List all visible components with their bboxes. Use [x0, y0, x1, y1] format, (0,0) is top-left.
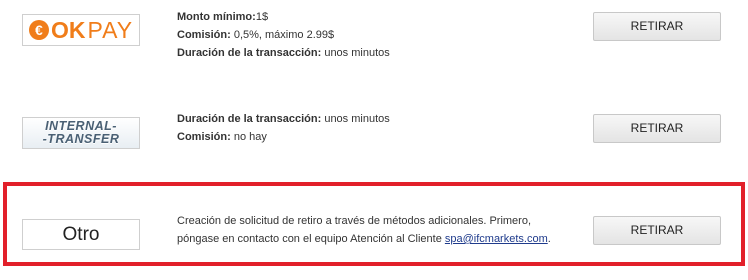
internal-transfer-logo: INTERNAL- -TRANSFER: [22, 117, 140, 149]
otro-logo: Otro: [22, 219, 140, 250]
okpay-logo: € OK PAY: [22, 14, 140, 46]
otro-withdraw-button[interactable]: RETIRAR: [593, 216, 721, 245]
okpay-logo-pay: PAY: [87, 16, 134, 43]
otro-description-line2: póngase en contacto con el equipo Atenci…: [177, 233, 551, 245]
euro-icon: €: [28, 20, 49, 40]
okpay-commission: Comisión: 0,5%, máximo 2.99$: [177, 29, 335, 41]
internal-transfer-logo-line2: -TRANSFER: [42, 132, 120, 146]
okpay-logo-ok: OK: [50, 16, 86, 43]
okpay-duration: Duración de la transacción: unos minutos: [177, 47, 390, 59]
okpay-details: Monto mínimo:1$ Comisión: 0,5%, máximo 2…: [177, 8, 390, 62]
otro-logo-text: Otro: [62, 223, 100, 245]
otro-description-line1: Creación de solicitud de retiro a través…: [177, 215, 532, 227]
internal-transfer-details: Duración de la transacción: unos minutos…: [177, 110, 390, 146]
otro-description: Creación de solicitud de retiro a través…: [177, 212, 551, 248]
internal-transfer-withdraw-button[interactable]: RETIRAR: [593, 114, 721, 143]
internal-transfer-duration: Duración de la transacción: unos minutos: [177, 113, 390, 125]
support-email-link[interactable]: spa@ifcmarkets.com: [445, 233, 548, 245]
internal-transfer-commission: Comisión: no hay: [177, 131, 267, 143]
okpay-withdraw-button[interactable]: RETIRAR: [593, 12, 721, 41]
okpay-min-amount: Monto mínimo:1$: [177, 11, 269, 23]
